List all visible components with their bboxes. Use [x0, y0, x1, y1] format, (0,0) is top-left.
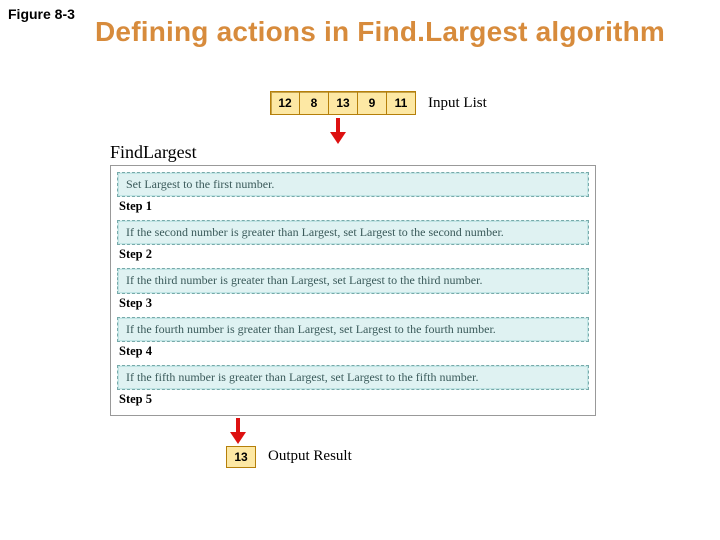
page-title: Defining actions in Find.Largest algorit… [95, 16, 700, 48]
step-box: If the third number is greater than Larg… [117, 268, 589, 293]
input-cell: 12 [271, 92, 300, 114]
step-box: If the fourth number is greater than Lar… [117, 317, 589, 342]
figure-label: Figure 8-3 [8, 6, 75, 22]
input-cell: 8 [300, 92, 329, 114]
step-label: Step 3 [119, 296, 589, 311]
step-label: Step 2 [119, 247, 589, 262]
input-cell: 9 [358, 92, 387, 114]
output-row: 13 Output Result [226, 446, 610, 468]
diagram: 12 8 13 9 11 Input List FindLargest Set … [110, 90, 610, 468]
algorithm-frame: Set Largest to the first number. Step 1 … [110, 165, 596, 416]
step-box: If the second number is greater than Lar… [117, 220, 589, 245]
input-row: 12 8 13 9 11 Input List [270, 90, 610, 116]
step-box: If the fifth number is greater than Larg… [117, 365, 589, 390]
arrow-down-icon [330, 118, 346, 144]
input-cell: 11 [387, 92, 415, 114]
input-list-label: Input List [428, 95, 487, 112]
step-box: Set Largest to the first number. [117, 172, 589, 197]
output-box: 13 [226, 446, 256, 468]
step-label: Step 5 [119, 392, 589, 407]
step-label: Step 1 [119, 199, 589, 214]
input-list-box: 12 8 13 9 11 [270, 91, 416, 115]
algorithm-name: FindLargest [110, 142, 610, 163]
input-cell: 13 [329, 92, 358, 114]
arrow-down-icon [230, 418, 246, 444]
step-label: Step 4 [119, 344, 589, 359]
output-label: Output Result [268, 448, 352, 465]
